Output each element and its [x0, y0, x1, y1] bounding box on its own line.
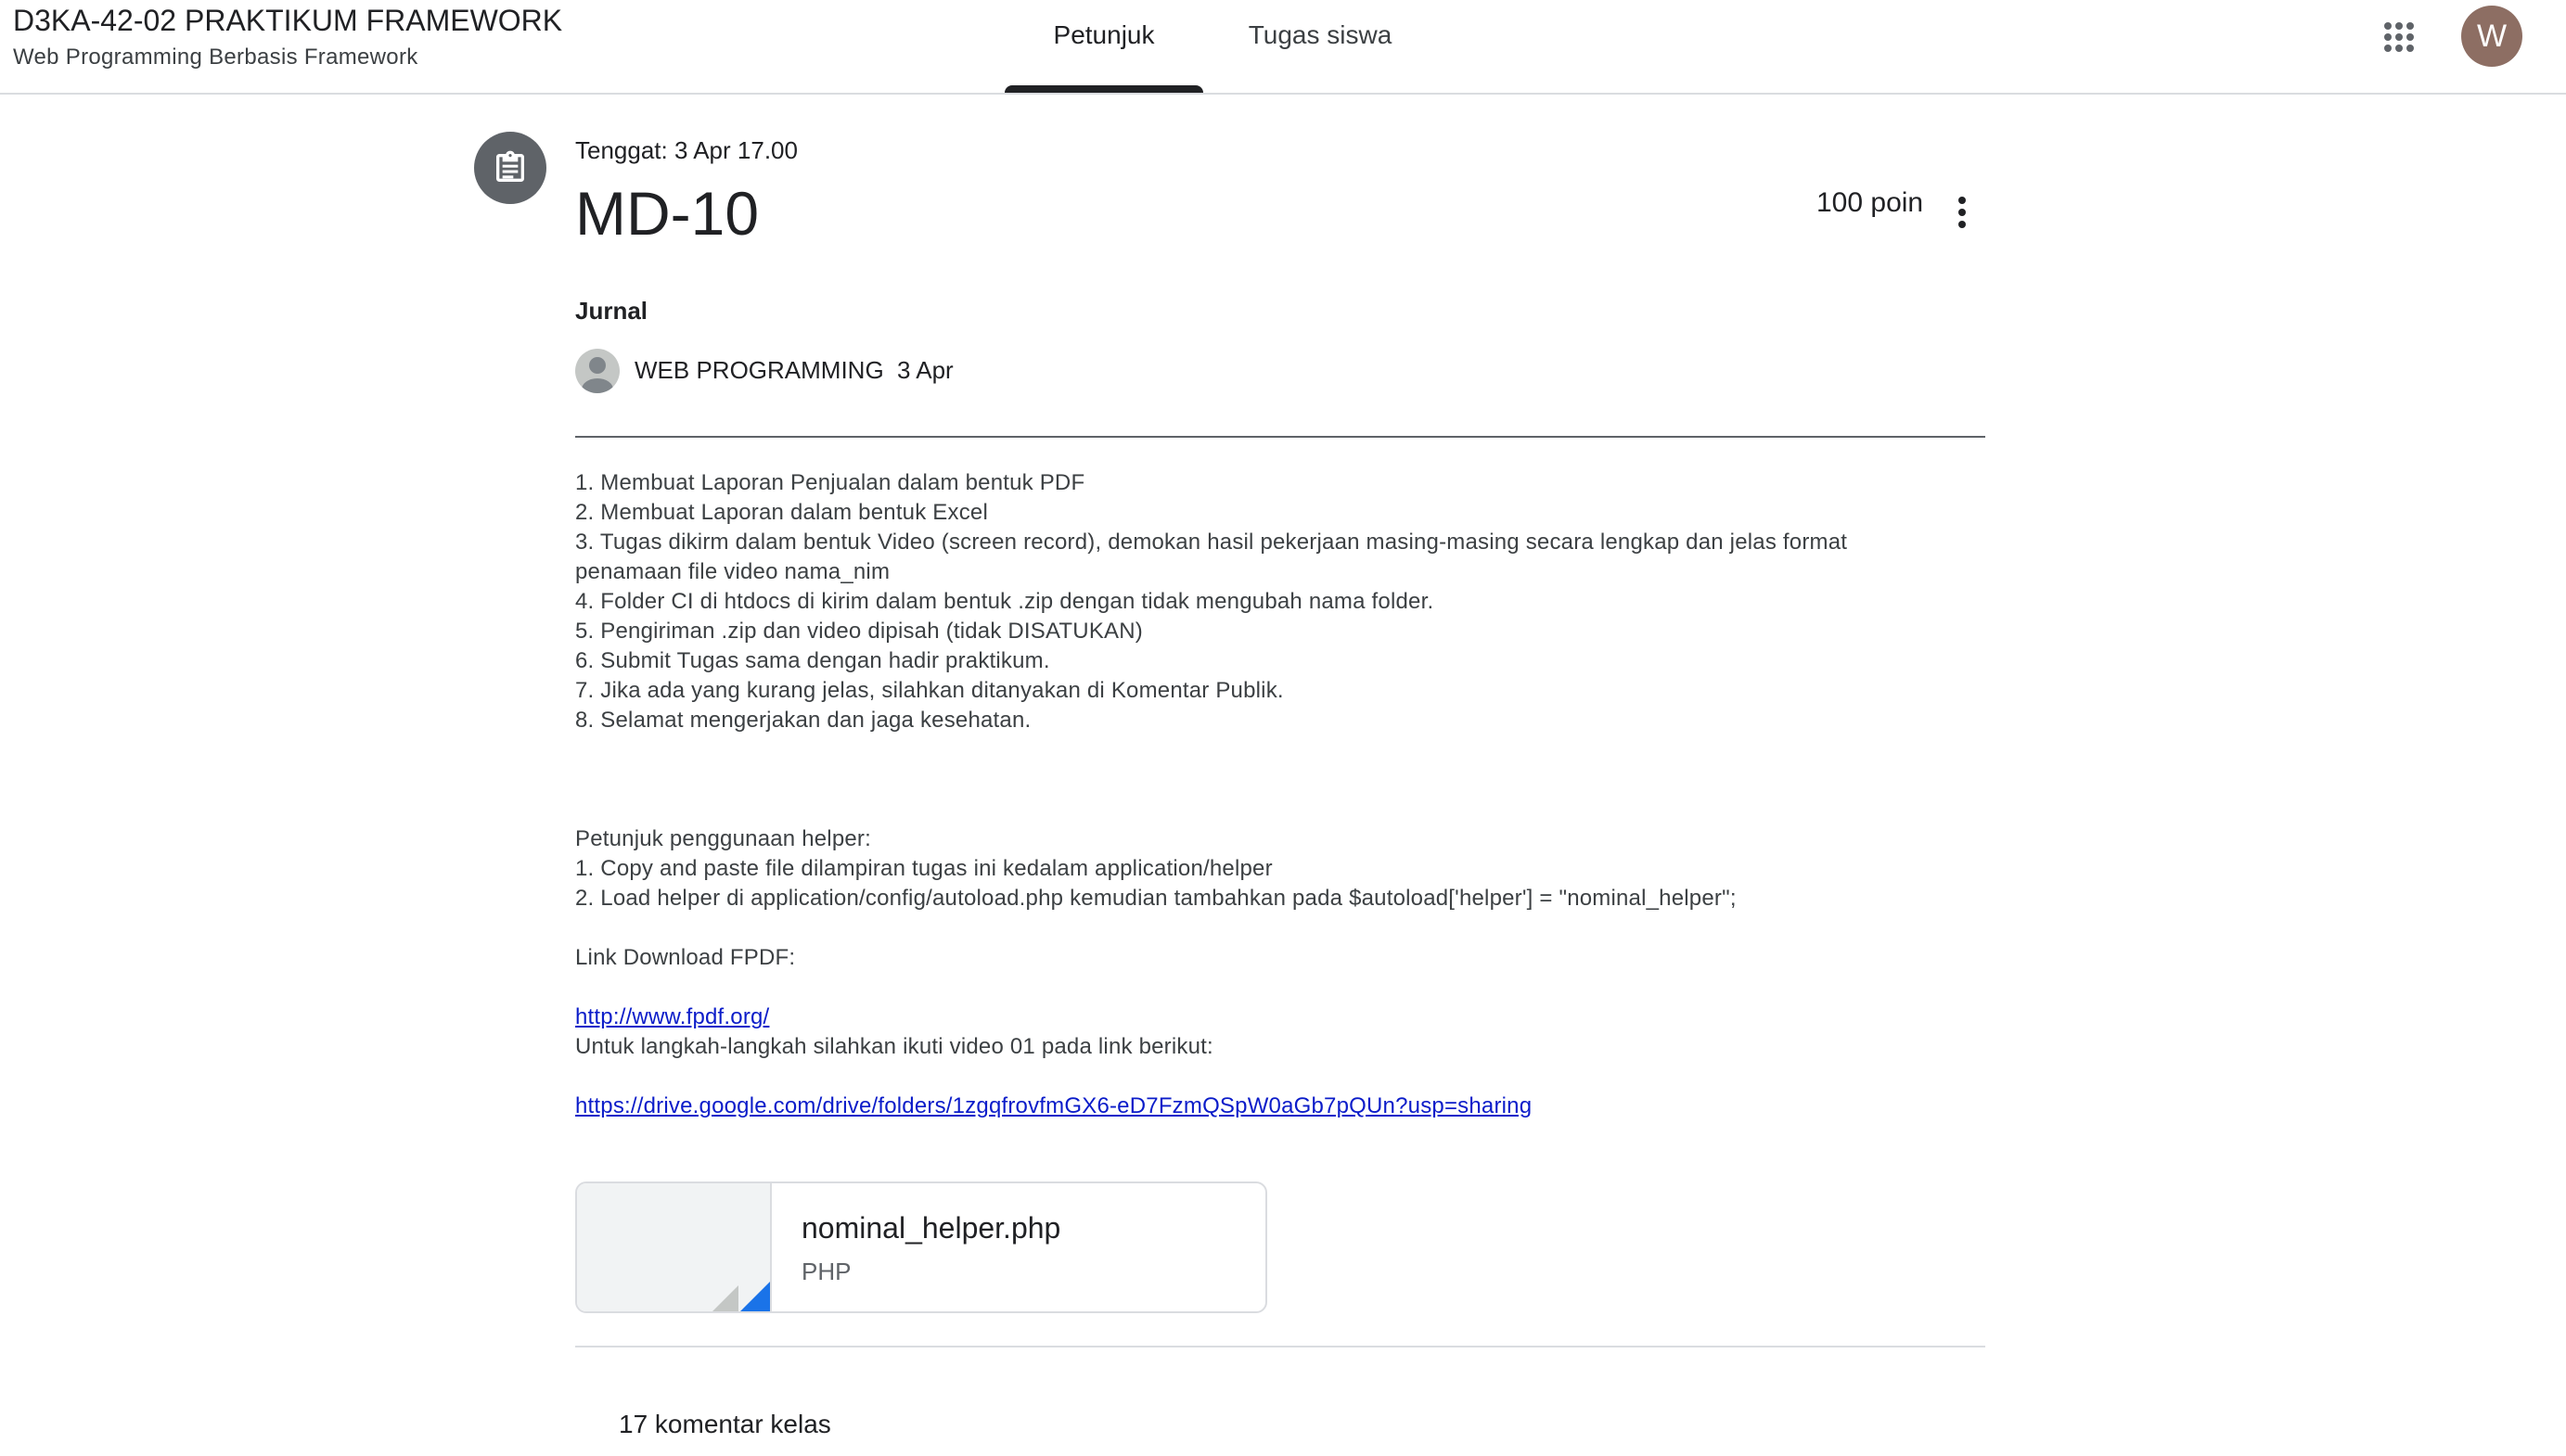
class-comments-label: 17 komentar kelas	[619, 1410, 831, 1438]
assignment-points: 100 poin	[1816, 187, 1924, 218]
assignment-description: 1. Membuat Laporan Penjualan dalam bentu…	[575, 468, 1985, 1121]
class-title[interactable]: D3KA-42-02 PRAKTIKUM FRAMEWORK	[13, 4, 562, 38]
assignment-clipboard-icon	[474, 132, 546, 204]
description-line: 6. Submit Tugas sama dengan hadir prakti…	[575, 648, 1050, 673]
description-line: 5. Pengiriman .zip dan video dipisah (ti…	[575, 619, 1143, 644]
topic-label: Jurnal	[575, 297, 648, 325]
video-drive-link[interactable]: https://drive.google.com/drive/folders/1…	[575, 1093, 1532, 1118]
fpdf-heading: Link Download FPDF:	[575, 945, 796, 970]
assignment-title: MD-10	[575, 179, 760, 248]
description-line: 2. Membuat Laporan dalam bentuk Excel	[575, 500, 988, 525]
author-avatar	[575, 349, 620, 393]
class-comments-link[interactable]: 17 komentar kelas	[619, 1410, 831, 1439]
tab-instructions[interactable]: Petunjuk	[1005, 0, 1203, 93]
description-line: penamaan file video nama_nim	[575, 559, 891, 584]
description-line: 4. Folder CI di htdocs di kirim dalam be…	[575, 589, 1434, 614]
tab-student-work[interactable]: Tugas siswa	[1234, 0, 1406, 93]
top-app-bar: D3KA-42-02 PRAKTIKUM FRAMEWORK Web Progr…	[0, 0, 2566, 95]
header-divider	[575, 436, 1985, 438]
description-line: 7. Jika ada yang kurang jelas, silahkan …	[575, 678, 1284, 703]
author-name: WEB PROGRAMMING	[635, 356, 884, 384]
helper-line: 2. Load helper di application/config/aut…	[575, 886, 1737, 911]
description-line: 8. Selamat mengerjakan dan jaga kesehata…	[575, 708, 1032, 733]
thumbnail-fold-shadow	[711, 1285, 738, 1311]
video-text: Untuk langkah-langkah silahkan ikuti vid…	[575, 1034, 1213, 1059]
attachment-thumbnail	[577, 1183, 772, 1311]
account-avatar[interactable]: W	[2461, 6, 2522, 67]
attachment-name: nominal_helper.php	[802, 1211, 1061, 1245]
posted-date: 3 Apr	[897, 356, 954, 384]
comments-divider	[575, 1346, 1985, 1347]
attachment-card[interactable]: nominal_helper.php PHP	[575, 1181, 1267, 1313]
more-options-icon[interactable]	[1943, 189, 1982, 236]
apps-grid-icon[interactable]	[2377, 15, 2421, 59]
account-avatar-letter: W	[2476, 18, 2508, 54]
description-line: 1. Membuat Laporan Penjualan dalam bentu…	[575, 470, 1085, 495]
class-subtitle: Web Programming Berbasis Framework	[13, 45, 418, 70]
description-line: 3. Tugas dikirm dalam bentuk Video (scre…	[575, 530, 1848, 555]
attachment-type: PHP	[802, 1258, 852, 1285]
helper-heading: Petunjuk penggunaan helper:	[575, 826, 871, 851]
fpdf-link[interactable]: http://www.fpdf.org/	[575, 1004, 769, 1029]
fpdf-link-line: http://www.fpdf.org/	[575, 1003, 1985, 1032]
tab-instructions-label: Petunjuk	[1053, 20, 1155, 49]
video-link-line: https://drive.google.com/drive/folders/1…	[575, 1092, 1985, 1121]
due-date: Tenggat: 3 Apr 17.00	[575, 136, 798, 164]
tab-student-work-label: Tugas siswa	[1248, 20, 1392, 49]
file-type-corner-icon	[738, 1282, 770, 1311]
helper-line: 1. Copy and paste file dilampiran tugas …	[575, 856, 1273, 881]
